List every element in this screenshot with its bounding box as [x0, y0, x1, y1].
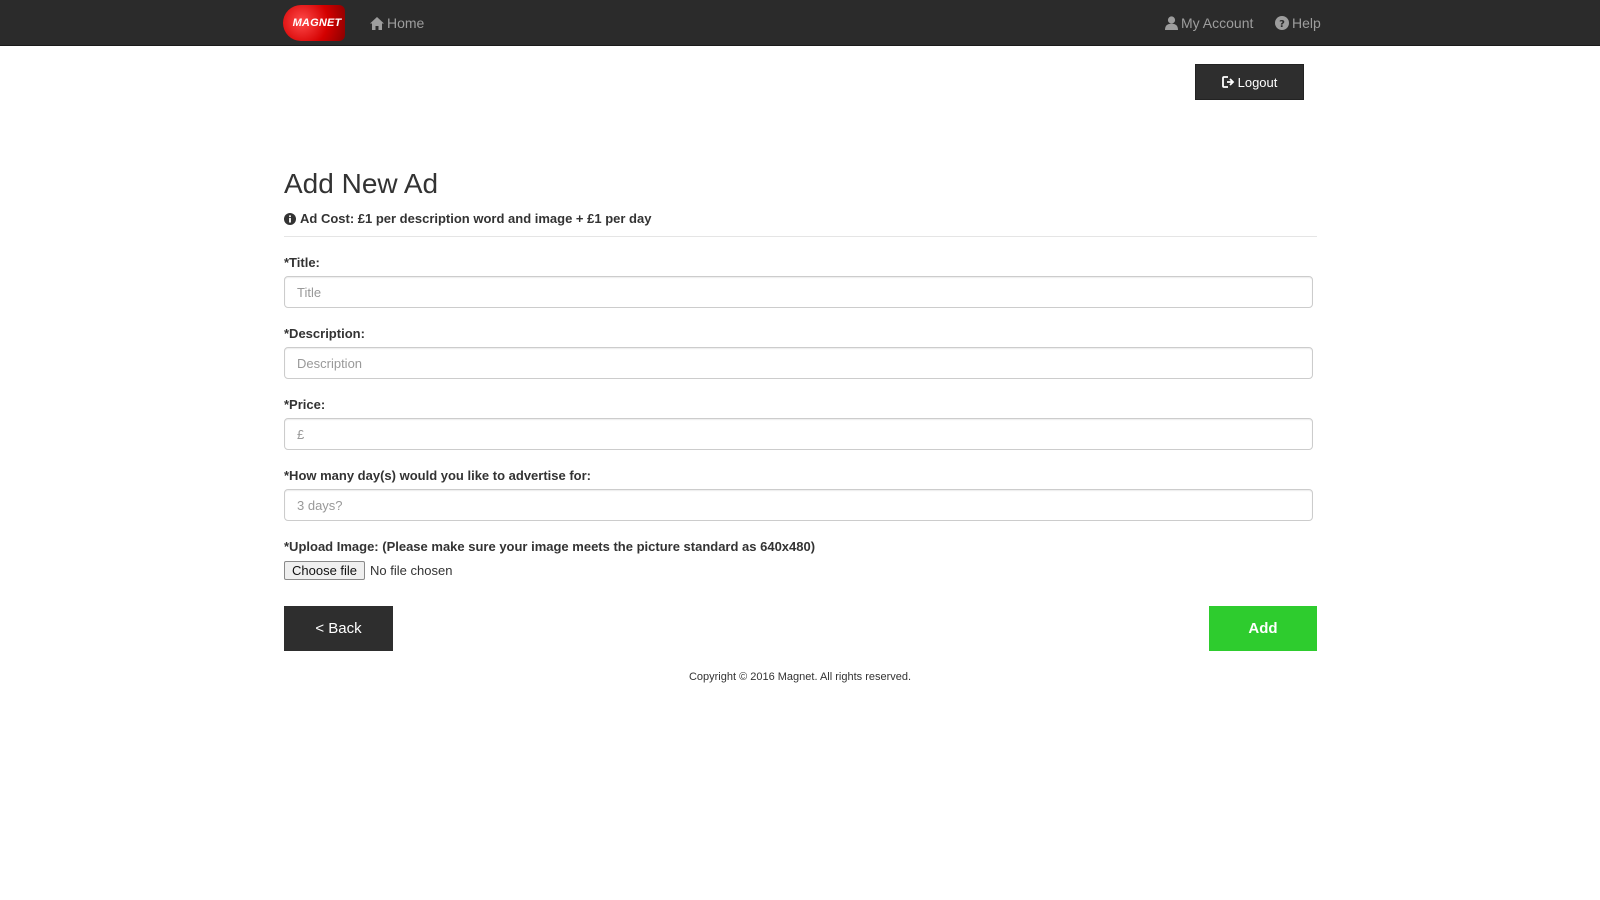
- nav-help-label: Help: [1292, 15, 1321, 31]
- price-input[interactable]: [284, 418, 1313, 450]
- days-input[interactable]: [284, 489, 1313, 521]
- page-title: Add New Ad: [284, 168, 439, 199]
- description-label: *Description:: [284, 326, 365, 341]
- file-status-text: No file chosen: [370, 563, 453, 578]
- ad-cost-text: Ad Cost: £1 per description word and ima…: [300, 211, 652, 226]
- nav-home-label: Home: [387, 15, 425, 31]
- nav-home-link[interactable]: Home: [370, 0, 424, 46]
- nav-my-account-label: My Account: [1181, 15, 1254, 31]
- title-label: *Title:: [284, 255, 320, 270]
- logout-button[interactable]: Logout: [1195, 64, 1304, 100]
- file-upload-row: Choose file No file chosen: [284, 561, 452, 580]
- svg-text:?: ?: [1279, 19, 1285, 30]
- info-circle-icon: [284, 212, 296, 225]
- logo-text: MAGNET: [292, 17, 342, 29]
- days-label: *How many day(s) would you like to adver…: [284, 468, 592, 483]
- magnet-logo[interactable]: MAGNET: [283, 5, 345, 41]
- sign-out-icon: [1221, 76, 1235, 88]
- nav-help-link[interactable]: ? Help: [1275, 0, 1321, 46]
- choose-file-button[interactable]: Choose file: [284, 561, 366, 580]
- title-input[interactable]: [284, 276, 1313, 308]
- user-icon: [1165, 16, 1178, 30]
- add-button[interactable]: Add: [1209, 606, 1317, 651]
- upload-image-label: *Upload Image: (Please make sure your im…: [284, 539, 816, 554]
- home-icon: [370, 16, 384, 30]
- logout-label: Logout: [1237, 74, 1278, 90]
- nav-my-account-link[interactable]: My Account: [1165, 0, 1253, 46]
- price-label: *Price:: [284, 397, 326, 412]
- ad-cost-note: Ad Cost: £1 per description word and ima…: [284, 211, 651, 226]
- question-circle-icon: ?: [1275, 16, 1289, 30]
- description-input[interactable]: [284, 347, 1313, 379]
- navbar: MAGNET Home My Account ? Help: [0, 0, 1600, 46]
- back-button[interactable]: < Back: [284, 606, 393, 651]
- footer-copyright: Copyright © 2016 Magnet. All rights rese…: [688, 671, 912, 683]
- header-divider: [284, 236, 1317, 237]
